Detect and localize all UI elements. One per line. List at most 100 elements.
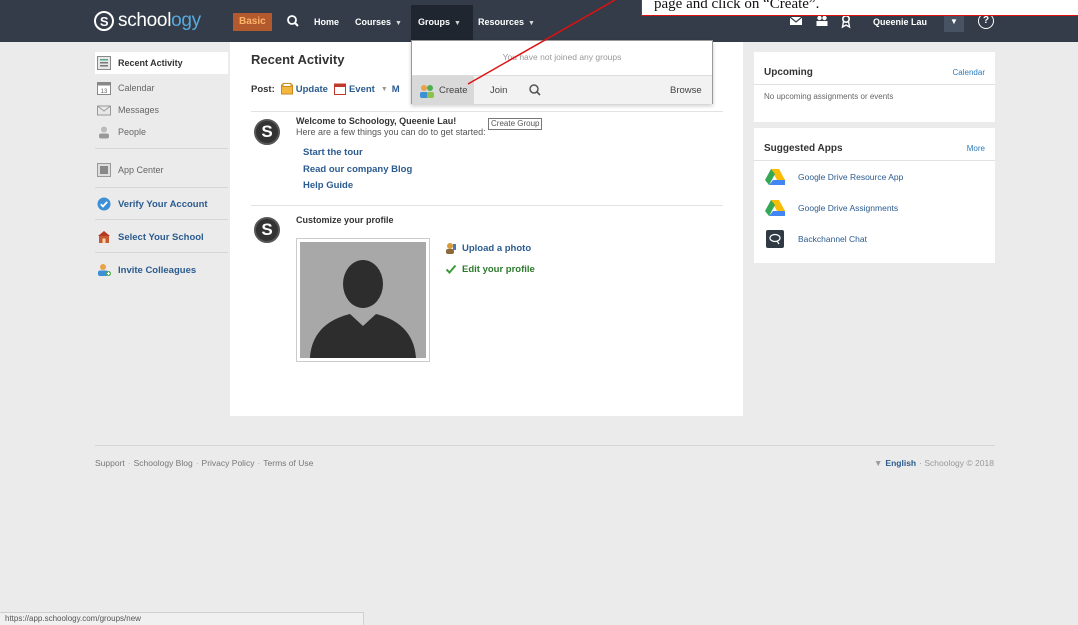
chevron-down-icon: ▼	[454, 20, 461, 27]
google-drive-icon	[765, 200, 785, 216]
app-name: Google Drive Resource App	[798, 172, 904, 182]
app-name: Backchannel Chat	[798, 234, 867, 244]
update-icon	[280, 83, 293, 95]
sidebar-divider	[95, 148, 228, 149]
nav-groups[interactable]: Groups ▼	[418, 13, 461, 31]
app-name: Google Drive Assignments	[798, 203, 899, 213]
divider	[754, 84, 995, 85]
browse-groups-label: Browse	[670, 85, 702, 96]
suggested-apps-more-link[interactable]: More	[967, 144, 985, 153]
welcome-title: Welcome to Schoology, Queenie Lau!	[296, 116, 457, 126]
app-backchannel-chat[interactable]: Backchannel Chat	[764, 230, 867, 248]
separator: ·	[257, 458, 261, 468]
no-groups-message: You have not joined any groups	[502, 52, 622, 62]
chevron-down-icon: ▼	[528, 20, 535, 27]
nav-resources[interactable]: Resources ▼	[478, 13, 535, 31]
check-icon	[445, 264, 457, 274]
search-icon[interactable]	[528, 76, 542, 105]
upload-photo-link[interactable]: Upload a photo	[445, 242, 531, 254]
sidebar-item-label: App Center	[118, 165, 164, 175]
app-google-drive-resource[interactable]: Google Drive Resource App	[764, 168, 903, 186]
app-center-icon	[97, 163, 111, 177]
edit-profile-label: Edit your profile	[462, 263, 535, 275]
post-more-button[interactable]: M	[392, 84, 400, 95]
calendar-icon: 13	[97, 82, 111, 95]
upcoming-calendar-link[interactable]: Calendar	[953, 68, 985, 77]
basic-badge[interactable]: Basic	[233, 13, 272, 31]
sidebar-item-label: Recent Activity	[118, 58, 183, 68]
footer-links: Support · Schoology Blog · Privacy Policy · Te…	[95, 458, 313, 468]
upcoming-widget: Upcoming Calendar No upcoming assignment…	[754, 52, 995, 122]
create-group-icon	[420, 84, 434, 98]
search-icon[interactable]	[286, 13, 300, 29]
customize-profile-title: Customize your profile	[296, 215, 394, 225]
help-guide-link[interactable]: Help Guide	[303, 180, 353, 191]
company-blog-link[interactable]: Read our company Blog	[303, 164, 412, 175]
schoology-logo[interactable]: S school ogy	[94, 10, 201, 31]
sidebar-item-verify-account[interactable]: Verify Your Account	[95, 193, 228, 215]
footer-link-support[interactable]: Support	[95, 458, 125, 468]
post-update-button[interactable]: Update	[280, 83, 328, 95]
verify-check-icon	[97, 197, 111, 211]
logo-text-prefix: school	[118, 10, 172, 31]
language-selector[interactable]: English	[885, 458, 916, 468]
sidebar-item-calendar[interactable]: 13 Calendar	[95, 77, 228, 99]
sidebar-item-app-center[interactable]: App Center	[95, 159, 228, 181]
upcoming-empty-text: No upcoming assignments or events	[764, 92, 894, 101]
event-calendar-icon	[333, 83, 346, 95]
app-google-drive-assignments[interactable]: Google Drive Assignments	[764, 199, 898, 217]
nav-home-label: Home	[314, 17, 340, 27]
svg-text:13: 13	[101, 89, 108, 95]
copyright-text: Schoology © 2018	[924, 458, 994, 468]
school-icon	[98, 231, 110, 243]
upload-photo-label: Upload a photo	[462, 242, 532, 254]
edit-profile-link[interactable]: Edit your profile	[445, 263, 535, 275]
sidebar-item-label: Verify Your Account	[118, 198, 208, 210]
logo-s-icon: S	[94, 11, 114, 31]
divider	[251, 205, 723, 206]
sidebar-item-select-school[interactable]: Select Your School	[95, 226, 228, 248]
footer-link-terms[interactable]: Terms of Use	[263, 458, 313, 468]
footer-link-blog[interactable]: Schoology Blog	[134, 458, 193, 468]
chat-bubble-icon	[766, 230, 784, 248]
messages-icon	[97, 105, 111, 116]
footer-link-privacy[interactable]: Privacy Policy	[202, 458, 255, 468]
post-event-label: Event	[348, 83, 375, 95]
create-group-label: Create	[439, 85, 468, 96]
upcoming-title: Upcoming	[764, 67, 813, 78]
nav-groups-label: Groups	[418, 17, 451, 27]
sidebar-item-people[interactable]: People	[95, 121, 228, 143]
profile-photo-placeholder[interactable]	[296, 238, 430, 362]
post-toolbar: Post: Update Event ▼ M	[251, 82, 406, 96]
nav-resources-label: Resources	[478, 17, 525, 27]
nav-home[interactable]: Home	[314, 13, 339, 31]
sidebar-item-recent-activity[interactable]: Recent Activity	[95, 52, 228, 74]
post-more-label: M	[391, 83, 400, 95]
join-group-button[interactable]: Join	[490, 76, 507, 105]
sidebar-divider	[95, 187, 228, 188]
sidebar-item-label: Messages	[118, 105, 160, 115]
divider	[754, 160, 995, 161]
start-tour-link[interactable]: Start the tour	[303, 147, 363, 158]
groups-dropdown-menu: You have not joined any groups Create Jo…	[411, 40, 713, 105]
logo-text-suffix: ogy	[171, 10, 201, 31]
create-group-tooltip: Create Group	[488, 118, 543, 130]
sidebar-item-messages[interactable]: Messages	[95, 99, 228, 121]
chevron-down-icon[interactable]: ▼	[381, 86, 388, 93]
join-group-label: Join	[490, 85, 508, 96]
google-drive-icon	[765, 169, 785, 185]
browse-groups-button[interactable]: Browse	[670, 76, 702, 105]
sidebar-item-invite-colleagues[interactable]: Invite Colleagues	[95, 259, 228, 281]
people-icon	[99, 126, 109, 139]
sidebar-item-label: Invite Colleagues	[118, 264, 197, 276]
post-event-button[interactable]: Event	[333, 83, 375, 95]
separator: ·	[195, 458, 199, 468]
create-group-button[interactable]: Create	[412, 76, 474, 105]
page-title: Recent Activity	[251, 52, 345, 67]
chevron-down-icon: ▼	[874, 458, 883, 468]
sidebar-item-label: Calendar	[118, 83, 155, 93]
invite-icon	[98, 264, 111, 276]
footer-right: ▼ English · Schoology © 2018	[874, 458, 994, 468]
nav-courses[interactable]: Courses ▼	[355, 13, 402, 31]
silhouette-icon	[310, 260, 416, 358]
